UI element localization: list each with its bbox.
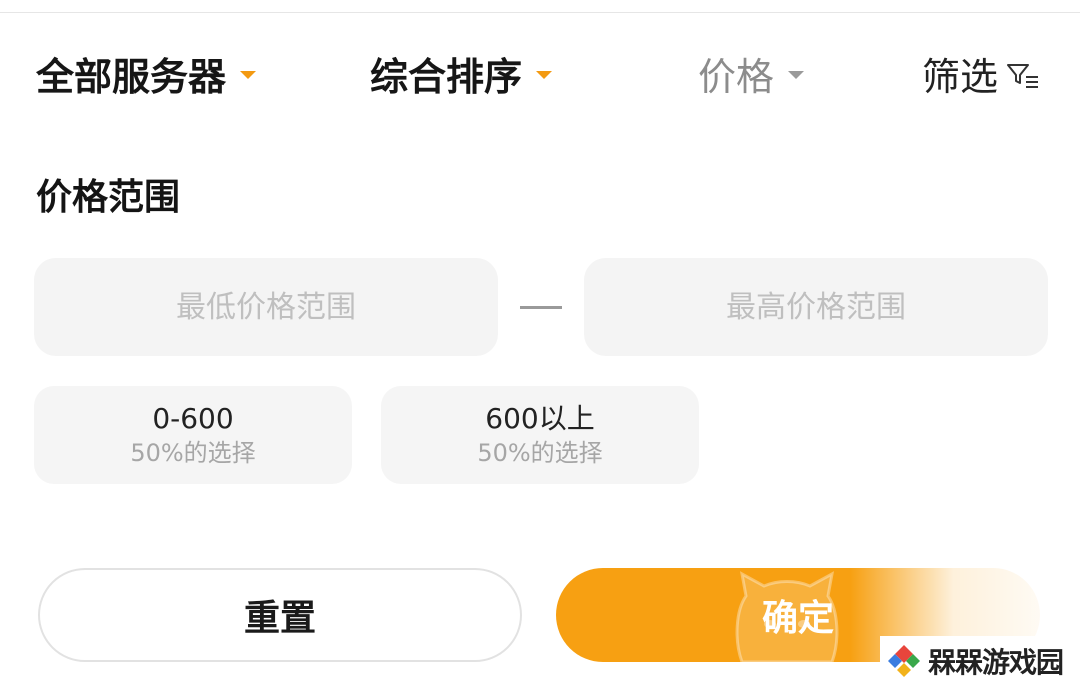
watermark-text: 槑槑游戏园 bbox=[928, 646, 1064, 679]
watermark: 槑槑游戏园 bbox=[880, 636, 1080, 686]
tab-all-servers[interactable]: 全部服务器 bbox=[36, 48, 257, 99]
tab-price[interactable]: 价格 bbox=[698, 48, 805, 99]
tab-filter-label: 筛选 bbox=[922, 54, 999, 99]
tab-filter[interactable]: 筛选 bbox=[922, 48, 1040, 99]
confirm-button-label: 确定 bbox=[761, 598, 834, 639]
tab-sort[interactable]: 综合排序 bbox=[370, 48, 553, 99]
min-price-input[interactable] bbox=[34, 258, 498, 356]
range-separator bbox=[520, 306, 562, 309]
preset-chip-sublabel: 50%的选择 bbox=[130, 439, 256, 467]
filter-funnel-icon bbox=[1007, 64, 1039, 88]
preset-chip-sublabel: 50%的选择 bbox=[477, 439, 603, 467]
reset-button-label: 重置 bbox=[243, 598, 316, 639]
caret-down-icon bbox=[788, 71, 805, 79]
preset-chip-0-600[interactable]: 0-600 50%的选择 bbox=[34, 386, 352, 484]
preset-chip-600-plus[interactable]: 600以上 50%的选择 bbox=[381, 386, 699, 484]
reset-button[interactable]: 重置 bbox=[38, 568, 522, 662]
section-title: 价格范围 bbox=[36, 177, 181, 218]
max-price-input[interactable] bbox=[584, 258, 1048, 356]
preset-chip-label: 600以上 bbox=[485, 402, 595, 435]
top-divider bbox=[0, 0, 1080, 13]
tab-sort-label: 综合排序 bbox=[370, 54, 523, 99]
tab-price-label: 价格 bbox=[698, 54, 775, 99]
caret-down-icon bbox=[536, 71, 553, 79]
preset-chip-label: 0-600 bbox=[152, 402, 234, 435]
tab-all-servers-label: 全部服务器 bbox=[36, 54, 227, 99]
price-filter-panel: 全部服务器 综合排序 价格 筛选 价格范围 0-600 50%的选择 600以上… bbox=[0, 0, 1080, 686]
diamond-logo-icon bbox=[886, 643, 922, 679]
caret-down-icon bbox=[240, 71, 257, 79]
